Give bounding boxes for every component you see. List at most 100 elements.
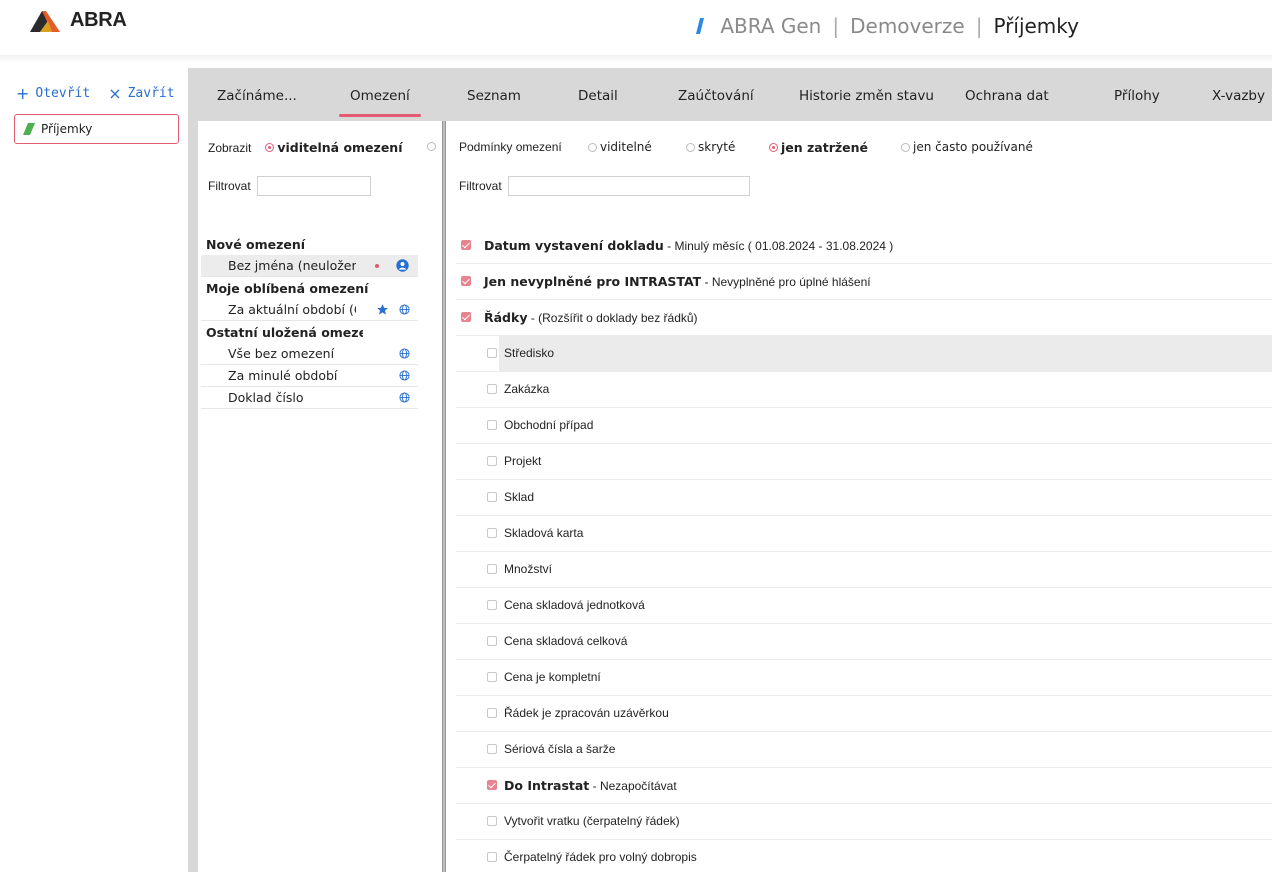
saved-item-current-period[interactable]: Za aktuální období (Ctrl (201, 299, 418, 321)
condition-row[interactable]: Cena skladová jednotková (456, 588, 1272, 624)
document-slash-icon (23, 123, 35, 135)
saved-filter-search: Filtrovat (208, 176, 371, 196)
condition-checkbox[interactable] (487, 672, 497, 682)
condition-checkbox[interactable] (461, 240, 471, 250)
conditions-filter-input[interactable] (507, 176, 750, 196)
unsaved-dot-icon (370, 259, 384, 273)
tab-seznam[interactable]: Seznam (467, 88, 521, 104)
conditions-mode: Podmínky omezení viditelné skryté jen za… (459, 140, 1259, 156)
condition-checkbox[interactable] (487, 816, 497, 826)
saved-item-last-period[interactable]: Za minulé období (201, 365, 418, 387)
condition-checkbox[interactable] (487, 744, 497, 754)
other-saved-header: Ostatní uložená omezen (206, 325, 363, 340)
condition-text: Datum vystavení dokladu - Minulý měsíc (… (484, 238, 893, 253)
condition-row[interactable]: Čerpatelný řádek pro volný dobropis (456, 840, 1272, 872)
tab-prilohy[interactable]: Přílohy (1114, 88, 1160, 104)
condition-row[interactable]: Množství (456, 552, 1272, 588)
document-tab-prijemky[interactable]: Příjemky (14, 114, 179, 144)
tab-omezeni[interactable]: Omezení (339, 88, 421, 117)
condition-row[interactable]: Skladová karta (456, 516, 1272, 552)
condition-detail: - Nevyplněné pro úplné hlášení (701, 275, 871, 289)
condition-checkbox[interactable] (487, 492, 497, 502)
abra-logo-icon (30, 11, 60, 32)
show-other-radio[interactable] (427, 142, 436, 151)
condition-text: Středisko (504, 346, 554, 360)
radio-icon (265, 143, 275, 152)
condition-title: Datum vystavení dokladu (484, 238, 664, 253)
saved-item-all[interactable]: Vše bez omezení (201, 343, 418, 365)
condition-detail: - Nezapočítávat (589, 779, 677, 793)
condition-title: Vytvořit vratku (čerpatelný řádek) (504, 814, 680, 828)
tab-historie[interactable]: Historie změn stavu (799, 88, 934, 104)
tab-ochrana-dat[interactable]: Ochrana dat (965, 88, 1049, 104)
globe-icon (397, 369, 411, 383)
show-visible-label: viditelná omezení (277, 140, 403, 155)
radio-icon (769, 143, 778, 152)
condition-row[interactable]: Jen nevyplněné pro INTRASTAT - Nevyplněn… (456, 264, 1272, 300)
mode-hidden-radio[interactable]: skryté (686, 140, 735, 154)
mode-checked-radio[interactable]: jen zatržené (769, 140, 868, 155)
condition-title: Skladová karta (504, 526, 584, 540)
splitter-handle[interactable] (442, 121, 446, 872)
condition-row[interactable]: Datum vystavení dokladu - Minulý měsíc (… (456, 228, 1272, 264)
open-button[interactable]: + Otevřít (16, 84, 90, 103)
condition-row[interactable]: Obchodní případ (456, 408, 1272, 444)
logo-text: ABRA (70, 8, 127, 31)
module-name: Příjemky (993, 14, 1079, 38)
condition-row[interactable]: Do Intrastat - Nezapočítávat (456, 768, 1272, 804)
condition-text: Cena skladová celková (504, 634, 627, 648)
condition-checkbox[interactable] (487, 348, 497, 358)
saved-item-unnamed[interactable]: Bez jména (neuložené) (201, 255, 418, 277)
panel-splitter[interactable] (440, 121, 448, 872)
condition-checkbox[interactable] (487, 420, 497, 430)
condition-text: Projekt (504, 454, 541, 468)
condition-row[interactable]: Sklad (456, 480, 1272, 516)
close-button[interactable]: × Zavřít (108, 84, 174, 103)
condition-detail: - Minulý měsíc ( 01.08.2024 - 31.08.2024… (663, 239, 894, 253)
condition-row[interactable]: Cena je kompletní (456, 660, 1272, 696)
condition-title: Množství (504, 562, 553, 576)
condition-row[interactable]: Sériová čísla a šarže (456, 732, 1272, 768)
user-icon (395, 259, 409, 273)
condition-row[interactable]: Vytvořit vratku (čerpatelný řádek) (456, 804, 1272, 840)
condition-row[interactable]: Cena skladová celková (456, 624, 1272, 660)
mode-frequent-radio[interactable]: jen často používané (901, 140, 1033, 154)
app-title: ABRA Gen | Demoverze | Příjemky (696, 14, 1079, 38)
condition-row[interactable]: Zakázka (456, 372, 1272, 408)
row-highlight (499, 336, 1272, 371)
radio-icon (686, 142, 695, 152)
condition-checkbox[interactable] (487, 528, 497, 538)
condition-title: Obchodní případ (504, 418, 594, 432)
globe-icon (397, 347, 411, 361)
filter-label: Filtrovat (208, 179, 251, 193)
document-navigator: + Otevřít × Zavřít Příjemky (0, 68, 188, 872)
close-label: Zavřít (127, 86, 175, 101)
condition-checkbox[interactable] (487, 708, 497, 718)
condition-checkbox[interactable] (487, 456, 497, 466)
condition-row[interactable]: Středisko (456, 336, 1272, 372)
condition-row[interactable]: Projekt (456, 444, 1272, 480)
condition-checkbox[interactable] (487, 564, 497, 574)
condition-checkbox[interactable] (487, 780, 497, 790)
tab-zaciname[interactable]: Začínáme... (217, 88, 297, 104)
radio-icon (901, 142, 910, 152)
condition-title: Řádek je zpracován uzávěrkou (504, 706, 669, 720)
tab-zauctovani[interactable]: Zaúčtování (678, 88, 754, 104)
show-visible-radio[interactable]: viditelná omezení (265, 140, 402, 155)
condition-title: Cena skladová jednotková (504, 598, 645, 612)
saved-item-label: Doklad číslo (228, 390, 304, 405)
condition-checkbox[interactable] (487, 600, 497, 610)
condition-checkbox[interactable] (487, 384, 497, 394)
condition-checkbox[interactable] (487, 852, 497, 862)
condition-checkbox[interactable] (487, 636, 497, 646)
condition-checkbox[interactable] (461, 276, 471, 286)
saved-item-doc-number[interactable]: Doklad číslo (201, 387, 418, 409)
condition-row[interactable]: Řádky - (Rozšířit o doklady bez řádků) (456, 300, 1272, 336)
product-name: ABRA Gen (720, 14, 822, 38)
condition-row[interactable]: Řádek je zpracován uzávěrkou (456, 696, 1272, 732)
tab-x-vazby[interactable]: X-vazby (1212, 88, 1265, 104)
saved-filter-input[interactable] (256, 176, 371, 196)
condition-checkbox[interactable] (461, 312, 471, 322)
tab-detail[interactable]: Detail (578, 88, 618, 104)
mode-visible-radio[interactable]: viditelné (588, 140, 652, 154)
